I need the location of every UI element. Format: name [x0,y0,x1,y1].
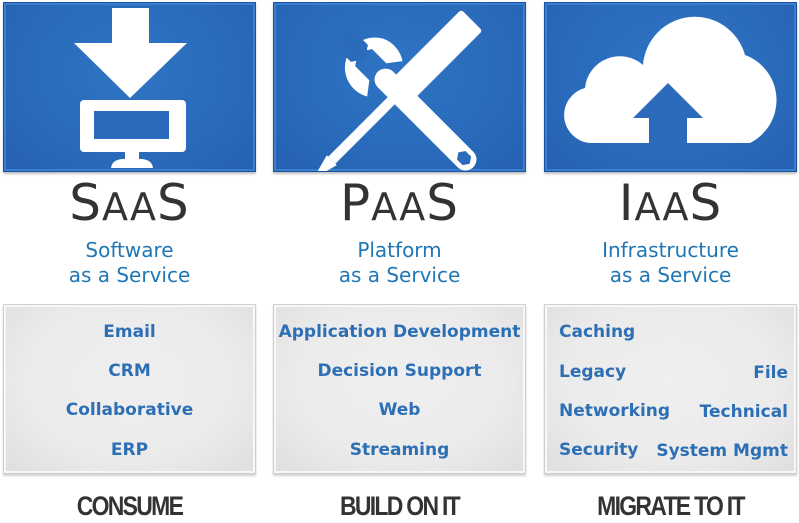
iaas-item: Security [559,440,639,460]
cloud-upload-icon [564,16,777,148]
saas-abbreviation: SAAS [69,174,190,232]
iaas-item: Technical [699,402,788,422]
paas-tile [273,2,526,172]
wrench-screwdriver-icon [315,10,482,171]
paas-item: Application Development [278,322,521,342]
paas-item: Web [378,400,421,420]
paas-item: Decision Support [317,361,482,381]
iaas-item: System Mgmt [656,441,788,461]
paas-abbreviation: PAAS [340,174,459,232]
iaas-item: Legacy [559,362,627,382]
paas-full-name: Platform as a Service [338,238,461,287]
saas-examples-box: Email CRM Collaborative ERP [3,304,256,474]
paas-examples-box: Application Development Decision Support… [273,304,526,474]
iaas-full-name: Infrastructure as a Service [602,238,739,287]
saas-item: Collaborative [65,400,194,420]
saas-tile [3,2,256,172]
saas-item: ERP [110,440,149,460]
iaas-tile [544,2,797,172]
iaas-item: File [753,363,788,383]
iaas-examples-box: Caching Legacy Networking Security File … [544,304,797,474]
saas-item: CRM [108,361,151,381]
saas-item: Email [103,322,156,342]
paas-action-label: BUILD ON IT [340,491,461,521]
saas-action-label: CONSUME [76,491,184,521]
iaas-action-label: MIGRATE TO IT [597,491,745,521]
iaas-item: Caching [559,322,636,342]
paas-item: Streaming [349,440,450,460]
download-to-monitor-icon [74,8,187,168]
saas-full-name: Software as a Service [68,238,191,287]
iaas-abbreviation: IAAS [618,174,723,232]
iaas-item: Networking [559,401,671,421]
